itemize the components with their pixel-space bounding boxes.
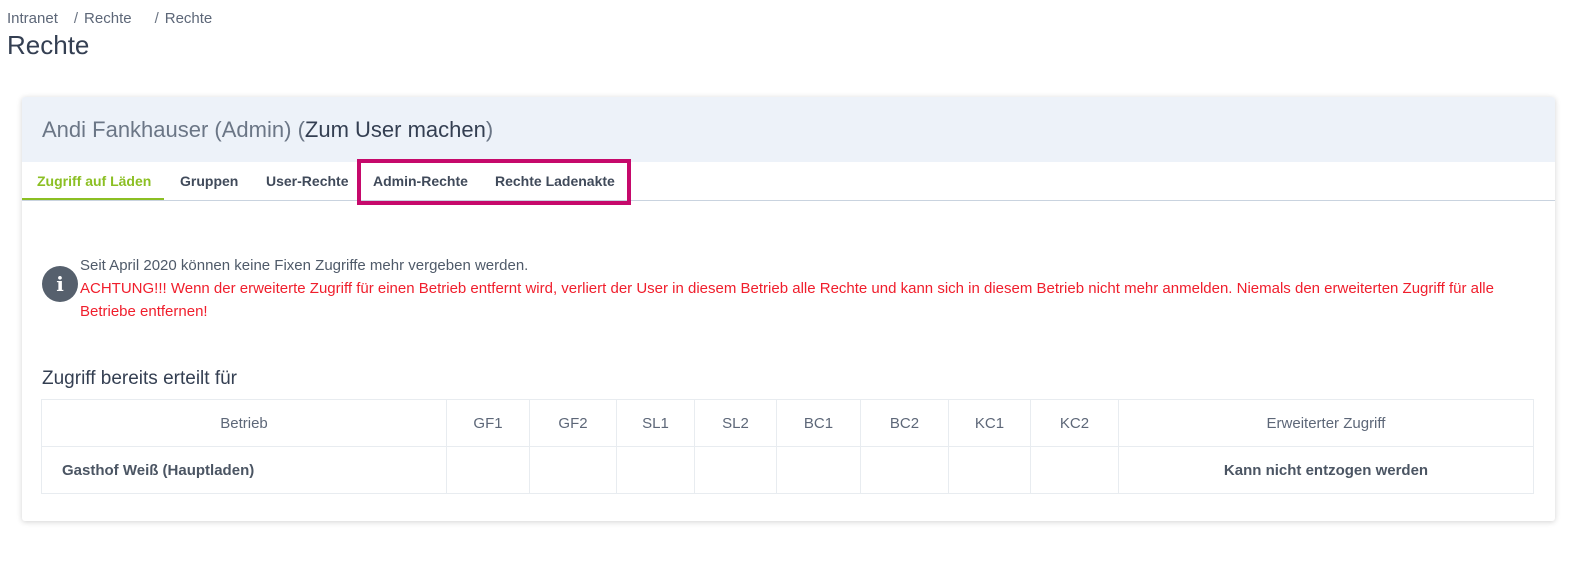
cell-kc1 bbox=[948, 446, 1031, 494]
breadcrumb-separator: / bbox=[154, 10, 159, 27]
make-user-link[interactable]: Zum User machen bbox=[305, 117, 486, 143]
cell-betrieb: Gasthof Weiß (Hauptladen) bbox=[41, 446, 447, 494]
cell-bc2 bbox=[860, 446, 949, 494]
rights-card: Andi Fankhauser (Admin) (Zum User machen… bbox=[22, 97, 1555, 521]
breadcrumb-rechte-current: Rechte bbox=[164, 10, 213, 27]
open-paren: ( bbox=[297, 116, 305, 142]
col-bc2: BC2 bbox=[860, 399, 949, 447]
cell-sl1 bbox=[616, 446, 695, 494]
col-kc2: KC2 bbox=[1030, 399, 1119, 447]
col-bc1: BC1 bbox=[776, 399, 861, 447]
info-icon: i bbox=[42, 266, 78, 302]
tab-zugriff-auf-laeden[interactable]: Zugriff auf Läden bbox=[22, 162, 164, 200]
info-alert: i Seit April 2020 können keine Fixen Zug… bbox=[42, 254, 1540, 323]
table-row: Gasthof Weiß (Hauptladen) Kann nicht ent… bbox=[41, 446, 1534, 494]
breadcrumb-separator: / bbox=[73, 10, 79, 27]
col-sl1: SL1 bbox=[616, 399, 695, 447]
tab-rechte-ladenakte[interactable]: Rechte Ladenakte bbox=[478, 162, 628, 200]
cell-erweiterter-zugriff: Kann nicht entzogen werden bbox=[1118, 446, 1534, 494]
section-title: Zugriff bereits erteilt für bbox=[42, 368, 238, 389]
col-betrieb: Betrieb bbox=[41, 399, 447, 447]
warning-message: ACHTUNG!!! Wenn der erweiterte Zugriff f… bbox=[80, 280, 1494, 320]
col-sl2: SL2 bbox=[694, 399, 777, 447]
col-kc1: KC1 bbox=[948, 399, 1031, 447]
col-gf1: GF1 bbox=[446, 399, 530, 447]
tab-gruppen[interactable]: Gruppen bbox=[164, 162, 250, 200]
cell-sl2 bbox=[694, 446, 777, 494]
cell-gf2 bbox=[529, 446, 617, 494]
col-erweiterter-zugriff: Erweiterter Zugriff bbox=[1118, 399, 1534, 447]
tab-user-rechte[interactable]: User-Rechte bbox=[250, 162, 356, 200]
card-header: Andi Fankhauser (Admin) (Zum User machen… bbox=[22, 97, 1555, 162]
user-name: Andi Fankhauser (Admin) bbox=[42, 116, 292, 142]
table-header-row: Betrieb GF1 GF2 SL1 SL2 BC1 BC2 KC1 KC2 … bbox=[41, 399, 1534, 447]
close-paren: ) bbox=[485, 116, 494, 142]
info-text: Seit April 2020 können keine Fixen Zugri… bbox=[80, 254, 1540, 323]
tab-admin-rechte[interactable]: Admin-Rechte bbox=[356, 162, 478, 200]
page-title: Rechte bbox=[7, 30, 90, 60]
cell-kc2 bbox=[1030, 446, 1119, 494]
tab-bar: Zugriff auf Läden Gruppen User-Rechte Ad… bbox=[22, 159, 1555, 205]
breadcrumb-rechte[interactable]: Rechte bbox=[84, 10, 132, 27]
cell-bc1 bbox=[776, 446, 861, 494]
cell-gf1 bbox=[446, 446, 530, 494]
info-message: Seit April 2020 können keine Fixen Zugri… bbox=[80, 257, 529, 274]
breadcrumb-intranet[interactable]: Intranet bbox=[7, 10, 58, 27]
col-gf2: GF2 bbox=[529, 399, 617, 447]
breadcrumb: Intranet / Rechte / Rechte bbox=[7, 10, 212, 27]
access-table: Betrieb GF1 GF2 SL1 SL2 BC1 BC2 KC1 KC2 … bbox=[41, 399, 1534, 494]
